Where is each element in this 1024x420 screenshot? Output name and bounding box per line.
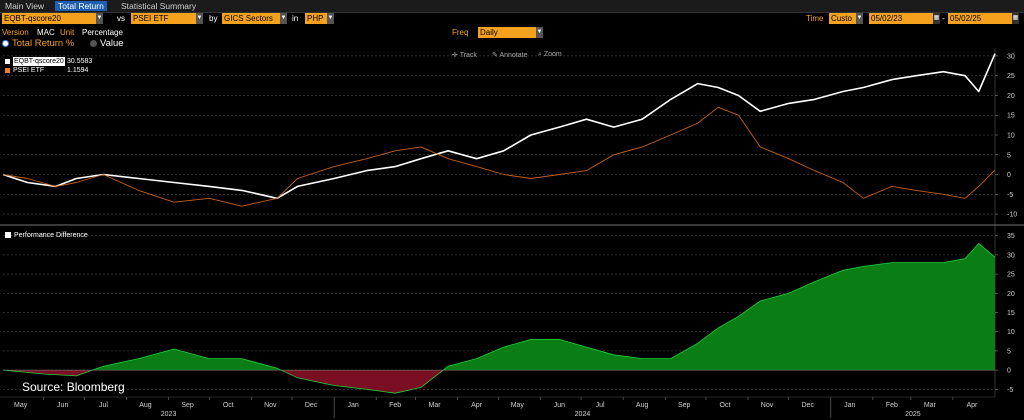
x-tick-label: Aug bbox=[636, 402, 649, 409]
y-tick-label: -10 bbox=[1007, 212, 1017, 219]
x-tick-label: Jan bbox=[347, 402, 358, 409]
x-tick-label: Nov bbox=[264, 402, 277, 409]
y-tick-label: 20 bbox=[1007, 291, 1015, 298]
y-tick-label: 10 bbox=[1007, 329, 1015, 336]
x-tick-label: Oct bbox=[223, 402, 234, 409]
x-tick-label: Apr bbox=[966, 402, 978, 409]
y-tick-label: 15 bbox=[1007, 310, 1015, 317]
legend-value: 1.1594 bbox=[67, 67, 89, 74]
y-tick-label: 30 bbox=[1007, 252, 1015, 259]
annotate-label: Annotate bbox=[499, 52, 528, 59]
zoom-tool[interactable]: ⌕ Zoom bbox=[538, 51, 562, 59]
series-line-psei-etf bbox=[2, 106, 996, 207]
x-year-label: 2023 bbox=[161, 411, 177, 418]
performance-chart: -10-5051015202530-505101520253035May Jun J… bbox=[0, 48, 1024, 418]
series-line-eqbt-qscore20 bbox=[2, 53, 996, 200]
track-label: Track bbox=[459, 52, 477, 59]
y-tick-label: 15 bbox=[1007, 113, 1015, 120]
checkbox-icon bbox=[5, 232, 11, 238]
y-tick-label: 0 bbox=[1007, 172, 1011, 179]
perf-legend-label: Performance Difference bbox=[14, 232, 88, 239]
legend-name: EQBT-qscore20 bbox=[13, 57, 65, 66]
legend-value: 30.5583 bbox=[67, 58, 93, 65]
y-tick-label: 5 bbox=[1007, 152, 1011, 159]
legend: EQBT-qscore20 30.5583 PSEI ETF 1.1594 bbox=[5, 57, 115, 75]
x-tick-label: May bbox=[511, 402, 525, 409]
x-year-label: 2025 bbox=[905, 411, 921, 418]
y-tick-label: 5 bbox=[1007, 348, 1011, 355]
y-tick-label: 0 bbox=[1007, 368, 1011, 375]
y-tick-label: 10 bbox=[1007, 133, 1015, 140]
annotate-tool[interactable]: ✎ Annotate bbox=[492, 51, 527, 59]
x-tick-label: Apr bbox=[471, 402, 483, 409]
zoom-label: Zoom bbox=[543, 51, 562, 58]
performance-difference-legend[interactable]: Performance Difference bbox=[5, 232, 88, 239]
x-tick-label: Jul bbox=[99, 402, 108, 409]
x-tick-label: Sep bbox=[181, 402, 194, 409]
x-tick-label: Sep bbox=[678, 402, 691, 409]
x-tick-label: Jan bbox=[844, 402, 855, 409]
x-tick-label: Feb bbox=[886, 402, 898, 409]
x-tick-label: Oct bbox=[720, 402, 731, 409]
x-year-label: 2024 bbox=[575, 411, 591, 418]
y-tick-label: -5 bbox=[1007, 387, 1013, 394]
y-tick-label: -5 bbox=[1007, 192, 1013, 199]
y-tick-label: 25 bbox=[1007, 272, 1015, 279]
x-tick-label: Jul bbox=[596, 402, 605, 409]
x-tick-label: Aug bbox=[139, 402, 152, 409]
x-tick-label: Mar bbox=[429, 402, 442, 409]
x-tick-label: Dec bbox=[305, 402, 318, 409]
x-tick-label: Feb bbox=[389, 402, 401, 409]
legend-swatch bbox=[5, 59, 10, 64]
x-tick-label: May bbox=[14, 402, 28, 409]
legend-swatch bbox=[5, 68, 10, 73]
legend-entry-fund[interactable]: EQBT-qscore20 30.5583 bbox=[5, 57, 115, 66]
x-tick-label: Jun bbox=[57, 402, 68, 409]
x-tick-label: Dec bbox=[802, 402, 815, 409]
track-tool[interactable]: ✛ Track bbox=[452, 51, 477, 59]
y-tick-label: 25 bbox=[1007, 73, 1015, 80]
x-tick-label: Nov bbox=[761, 402, 774, 409]
legend-name: PSEI ETF bbox=[13, 67, 45, 74]
source-note: Source: Bloomberg bbox=[22, 380, 125, 394]
y-tick-label: 35 bbox=[1007, 233, 1015, 240]
crosshair-icon: ✛ bbox=[452, 52, 460, 59]
area-positive bbox=[3, 243, 995, 371]
y-tick-label: 20 bbox=[1007, 93, 1015, 100]
legend-entry-benchmark[interactable]: PSEI ETF 1.1594 bbox=[5, 66, 115, 75]
y-tick-label: 30 bbox=[1007, 53, 1015, 60]
x-tick-label: Jun bbox=[554, 402, 565, 409]
x-tick-label: Mar bbox=[924, 402, 937, 409]
